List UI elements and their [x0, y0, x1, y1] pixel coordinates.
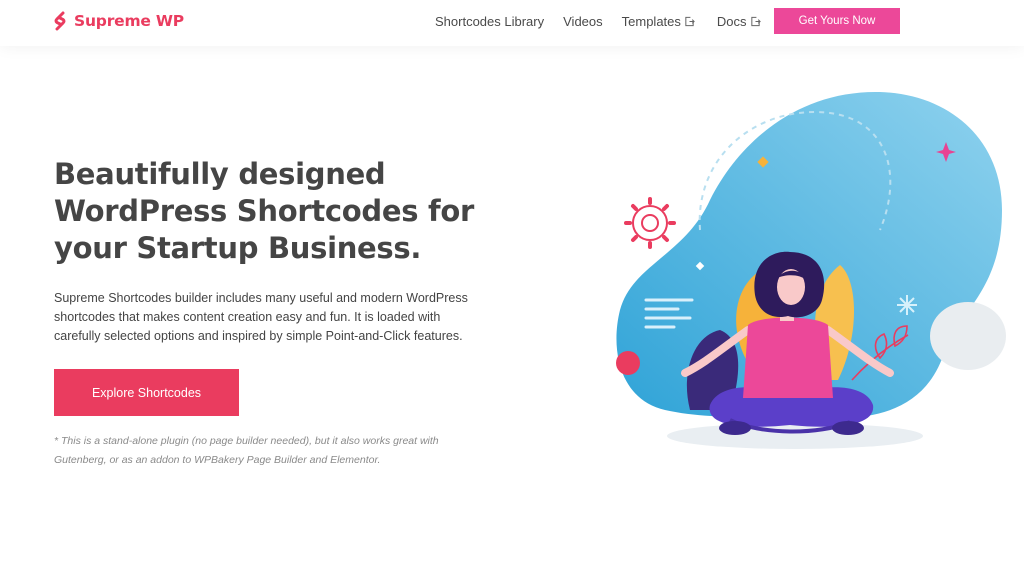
nav-shortcodes-library[interactable]: Shortcodes Library — [435, 14, 544, 29]
meditation-illustration — [616, 91, 1006, 449]
floor-shadow-shape — [667, 423, 923, 449]
hero-title: Beautifully designed WordPress Shortcode… — [54, 156, 524, 267]
hero-description: Supreme Shortcodes builder includes many… — [54, 291, 468, 343]
gear-icon — [624, 197, 676, 249]
logo[interactable]: Supreme WP — [52, 10, 184, 32]
external-link-icon — [685, 16, 695, 26]
external-link-icon — [750, 16, 761, 26]
red-dot-shape — [616, 351, 640, 375]
nav-label: Shortcodes Library — [435, 13, 545, 29]
nav-videos[interactable]: Videos — [563, 14, 603, 29]
logo-text: Supreme WP — [74, 12, 184, 30]
nav-label: Videos — [563, 13, 603, 29]
nav-label: Templates — [621, 13, 681, 29]
get-yours-now-button[interactable]: Get Yours Now — [774, 8, 900, 34]
hero-title-line: Beautifully designed — [54, 157, 386, 191]
nav-docs[interactable]: Docs — [717, 14, 761, 29]
hero-title-line: your Startup Business. — [54, 231, 422, 265]
asterisk-icon — [897, 295, 917, 315]
explore-shortcodes-button[interactable]: Explore Shortcodes — [54, 369, 239, 416]
supreme-s-logo-icon — [54, 11, 66, 31]
hero-note: * This is a stand-alone plugin (no page … — [54, 435, 439, 466]
site-header: Supreme WP Shortcodes Library Videos Tem… — [0, 0, 1024, 46]
nav-templates[interactable]: Templates — [622, 14, 695, 29]
hero-title-line: WordPress Shortcodes for — [54, 194, 474, 228]
nav-label: Docs — [716, 13, 747, 29]
grey-oval-shape — [930, 302, 1006, 370]
main-nav: Shortcodes Library Videos Templates Docs — [435, 13, 761, 29]
